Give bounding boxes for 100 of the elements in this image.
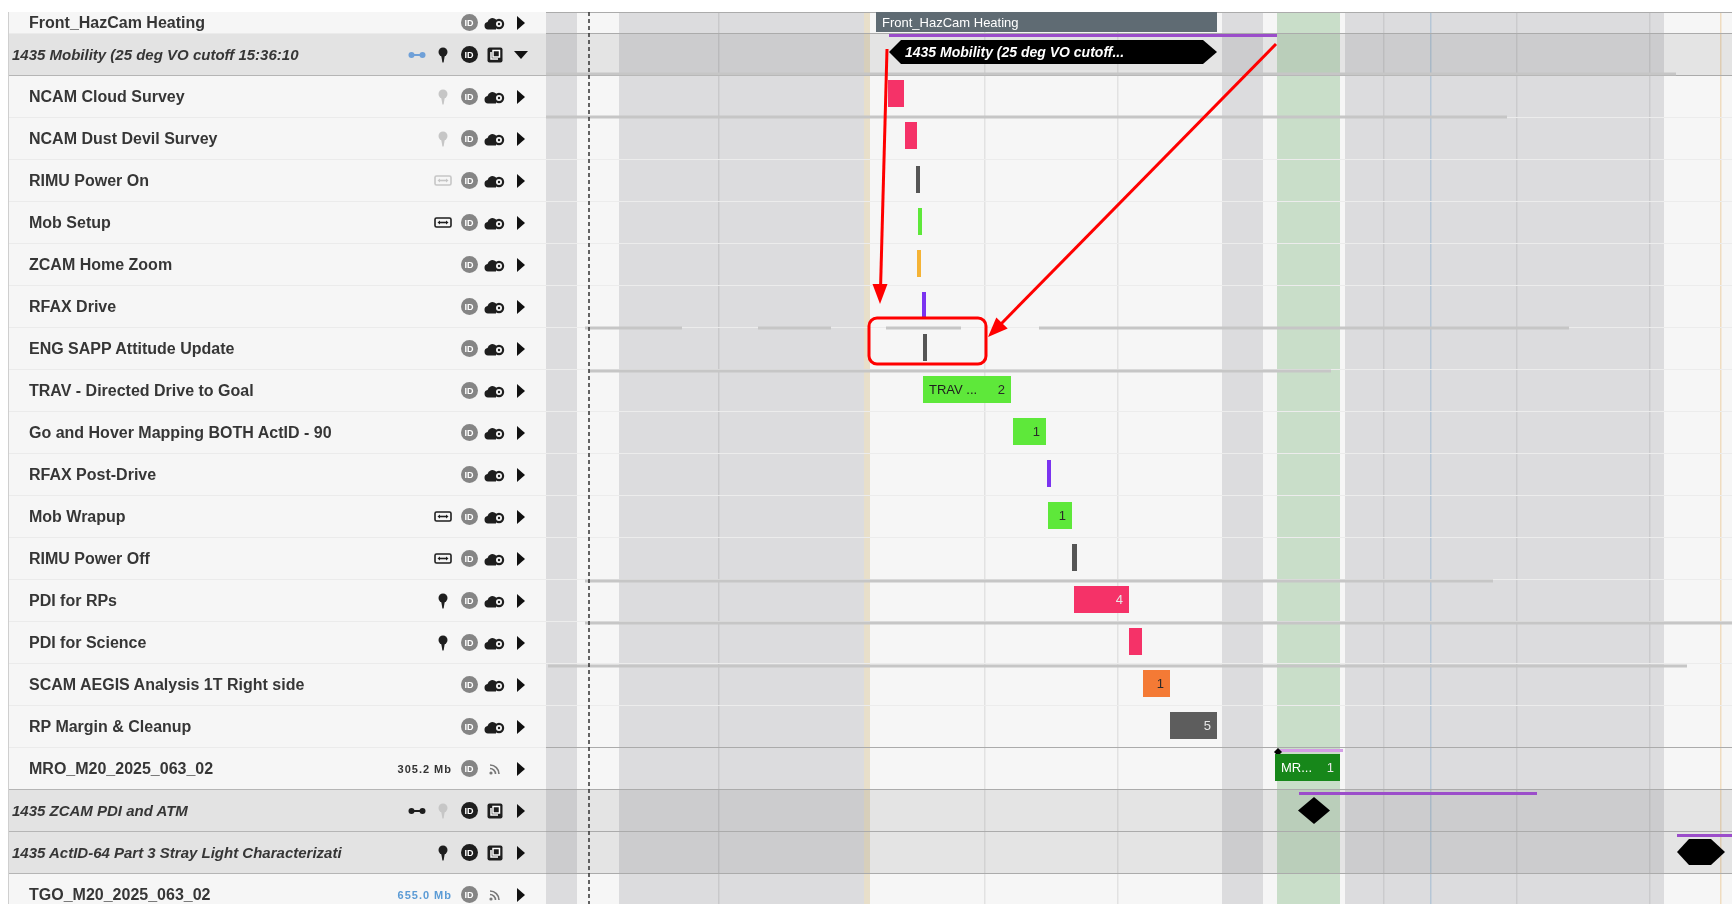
caret-icon[interactable] bbox=[516, 131, 526, 146]
timeline-bar[interactable]: MR... 1 bbox=[1275, 754, 1340, 781]
row-label: ENG SAPP Attitude Update bbox=[29, 339, 236, 358]
id-badge[interactable]: ID bbox=[460, 760, 478, 777]
id-badge[interactable]: ID bbox=[460, 340, 478, 357]
id-badge[interactable]: ID bbox=[460, 14, 478, 31]
timeline-bar[interactable]: 1 bbox=[1143, 670, 1170, 697]
id-badge[interactable]: ID bbox=[460, 802, 478, 819]
id-badge[interactable]: ID bbox=[460, 718, 478, 735]
double-arrow-icon[interactable] bbox=[434, 553, 452, 564]
group-row[interactable]: 1435 Mobility (25 deg VO cutoff 15:36:10 ID bbox=[9, 34, 546, 76]
row-label: PDI for RPs bbox=[29, 591, 118, 610]
caret-icon[interactable] bbox=[516, 341, 526, 356]
caret-icon[interactable] bbox=[516, 761, 526, 776]
double-arrow-icon[interactable] bbox=[434, 217, 452, 228]
list-row[interactable]: RIMU Power Off ID bbox=[9, 538, 546, 580]
list-row[interactable]: TRAV - Directed Drive to Goal ID bbox=[9, 370, 546, 412]
bar-count: 1 bbox=[1032, 424, 1040, 439]
id-badge[interactable]: ID bbox=[460, 676, 478, 693]
list-row[interactable]: MRO_M20_2025_063_02 305.2 Mb ID bbox=[9, 748, 546, 790]
id-badge[interactable]: ID bbox=[460, 634, 478, 651]
pin-icon[interactable] bbox=[438, 592, 448, 609]
group-row[interactable]: 1435 ActID-64 Part 3 Stray Light Characterizati ID bbox=[9, 832, 546, 874]
row-label: Mob Setup bbox=[29, 213, 112, 232]
list-row[interactable]: PDI for Science ID bbox=[9, 622, 546, 664]
caret-icon[interactable] bbox=[516, 89, 526, 104]
copy-icon[interactable] bbox=[487, 46, 503, 63]
caret-icon[interactable] bbox=[516, 551, 526, 566]
list-row[interactable]: RIMU Power On ID bbox=[9, 160, 546, 202]
id-badge[interactable]: ID bbox=[460, 172, 478, 189]
caret-icon[interactable] bbox=[516, 635, 526, 650]
list-row[interactable]: ENG SAPP Attitude Update ID bbox=[9, 328, 546, 370]
pin-icon[interactable] bbox=[438, 844, 448, 861]
id-badge[interactable]: ID bbox=[460, 214, 478, 231]
timeline-bar[interactable]: 1 bbox=[1013, 418, 1046, 445]
pin-icon[interactable] bbox=[438, 634, 448, 651]
list-row[interactable]: RFAX Drive ID bbox=[9, 286, 546, 328]
timeline-bar[interactable]: 5 bbox=[1170, 712, 1217, 739]
id-badge[interactable]: ID bbox=[460, 46, 478, 63]
caret-icon[interactable] bbox=[516, 425, 526, 440]
group-tag[interactable]: 1435 Mobility (25 deg VO cutoff... bbox=[889, 40, 1217, 64]
id-badge[interactable]: ID bbox=[460, 88, 478, 105]
id-badge[interactable]: ID bbox=[460, 298, 478, 315]
timeline-bar[interactable]: Front_HazCam Heating bbox=[876, 12, 1217, 32]
row-label: MRO_M20_2025_063_02 bbox=[29, 759, 215, 778]
caret-icon[interactable] bbox=[516, 215, 526, 230]
double-arrow-icon[interactable] bbox=[434, 511, 452, 522]
row-label: RFAX Post-Drive bbox=[29, 465, 158, 484]
caret-icon[interactable] bbox=[516, 677, 526, 692]
copy-icon[interactable] bbox=[487, 844, 503, 861]
timeline-bar[interactable]: 1 bbox=[1048, 502, 1072, 529]
caret-icon[interactable] bbox=[516, 593, 526, 608]
list-row[interactable]: NCAM Dust Devil Survey ID bbox=[9, 118, 546, 160]
row-label: Mob Wrapup bbox=[29, 507, 127, 526]
caret-icon[interactable] bbox=[516, 173, 526, 188]
list-row[interactable]: SCAM AEGIS Analysis 1T Right side ID bbox=[9, 664, 546, 706]
list-row[interactable]: Mob Setup ID bbox=[9, 202, 546, 244]
list-row[interactable]: Front_HazCam Heating ID bbox=[9, 12, 546, 34]
caret-icon[interactable] bbox=[516, 719, 526, 734]
list-row[interactable]: RP Margin & Cleanup ID bbox=[9, 706, 546, 748]
row-label: 1435 Mobility (25 deg VO cutoff 15:36:10 bbox=[12, 46, 300, 63]
caret-icon[interactable] bbox=[516, 803, 526, 818]
id-badge[interactable]: ID bbox=[460, 550, 478, 567]
caret-icon[interactable] bbox=[516, 467, 526, 482]
caret-icon[interactable] bbox=[516, 299, 526, 314]
pin-icon[interactable] bbox=[438, 46, 448, 63]
list-row[interactable]: TGO_M20_2025_063_02 655.0 Mb ID bbox=[9, 874, 546, 904]
list-row[interactable]: Mob Wrapup ID bbox=[9, 496, 546, 538]
row-label: RIMU Power On bbox=[29, 171, 150, 190]
id-badge[interactable]: ID bbox=[460, 466, 478, 483]
list-row[interactable]: NCAM Cloud Survey ID bbox=[9, 76, 546, 118]
id-badge[interactable]: ID bbox=[460, 382, 478, 399]
diamond-marker[interactable] bbox=[1298, 797, 1330, 824]
id-badge[interactable]: ID bbox=[460, 256, 478, 273]
timeline-bar[interactable]: TRAV ... 2 bbox=[923, 376, 1011, 403]
id-badge[interactable]: ID bbox=[460, 886, 478, 903]
list-row[interactable]: PDI for RPs ID bbox=[9, 580, 546, 622]
id-badge[interactable]: ID bbox=[460, 130, 478, 147]
caret-icon[interactable] bbox=[516, 509, 526, 524]
row-label: Go and Hover Mapping BOTH ActID - 90 bbox=[29, 423, 333, 442]
caret-icon[interactable] bbox=[516, 15, 526, 30]
id-badge[interactable]: ID bbox=[460, 424, 478, 441]
caret-icon[interactable] bbox=[516, 383, 526, 398]
row-label: SCAM AEGIS Analysis 1T Right side bbox=[29, 675, 306, 694]
list-row[interactable]: Go and Hover Mapping BOTH ActID - 90 ID bbox=[9, 412, 546, 454]
group-row[interactable]: 1435 ZCAM PDI and ATM ID bbox=[9, 790, 546, 832]
caret-icon[interactable] bbox=[516, 257, 526, 272]
id-badge[interactable]: ID bbox=[460, 592, 478, 609]
caret-icon[interactable] bbox=[516, 845, 526, 860]
copy-icon[interactable] bbox=[487, 802, 503, 819]
feed-icon[interactable] bbox=[488, 888, 502, 901]
list-row[interactable]: ZCAM Home Zoom ID bbox=[9, 244, 546, 286]
feed-icon[interactable] bbox=[488, 762, 502, 775]
caret-icon[interactable] bbox=[514, 49, 528, 60]
caret-icon[interactable] bbox=[516, 887, 526, 902]
link-icon[interactable] bbox=[408, 806, 426, 815]
row-label: ZCAM Home Zoom bbox=[29, 255, 174, 274]
id-badge[interactable]: ID bbox=[460, 844, 478, 861]
list-row[interactable]: RFAX Post-Drive ID bbox=[9, 454, 546, 496]
id-badge[interactable]: ID bbox=[460, 508, 478, 525]
